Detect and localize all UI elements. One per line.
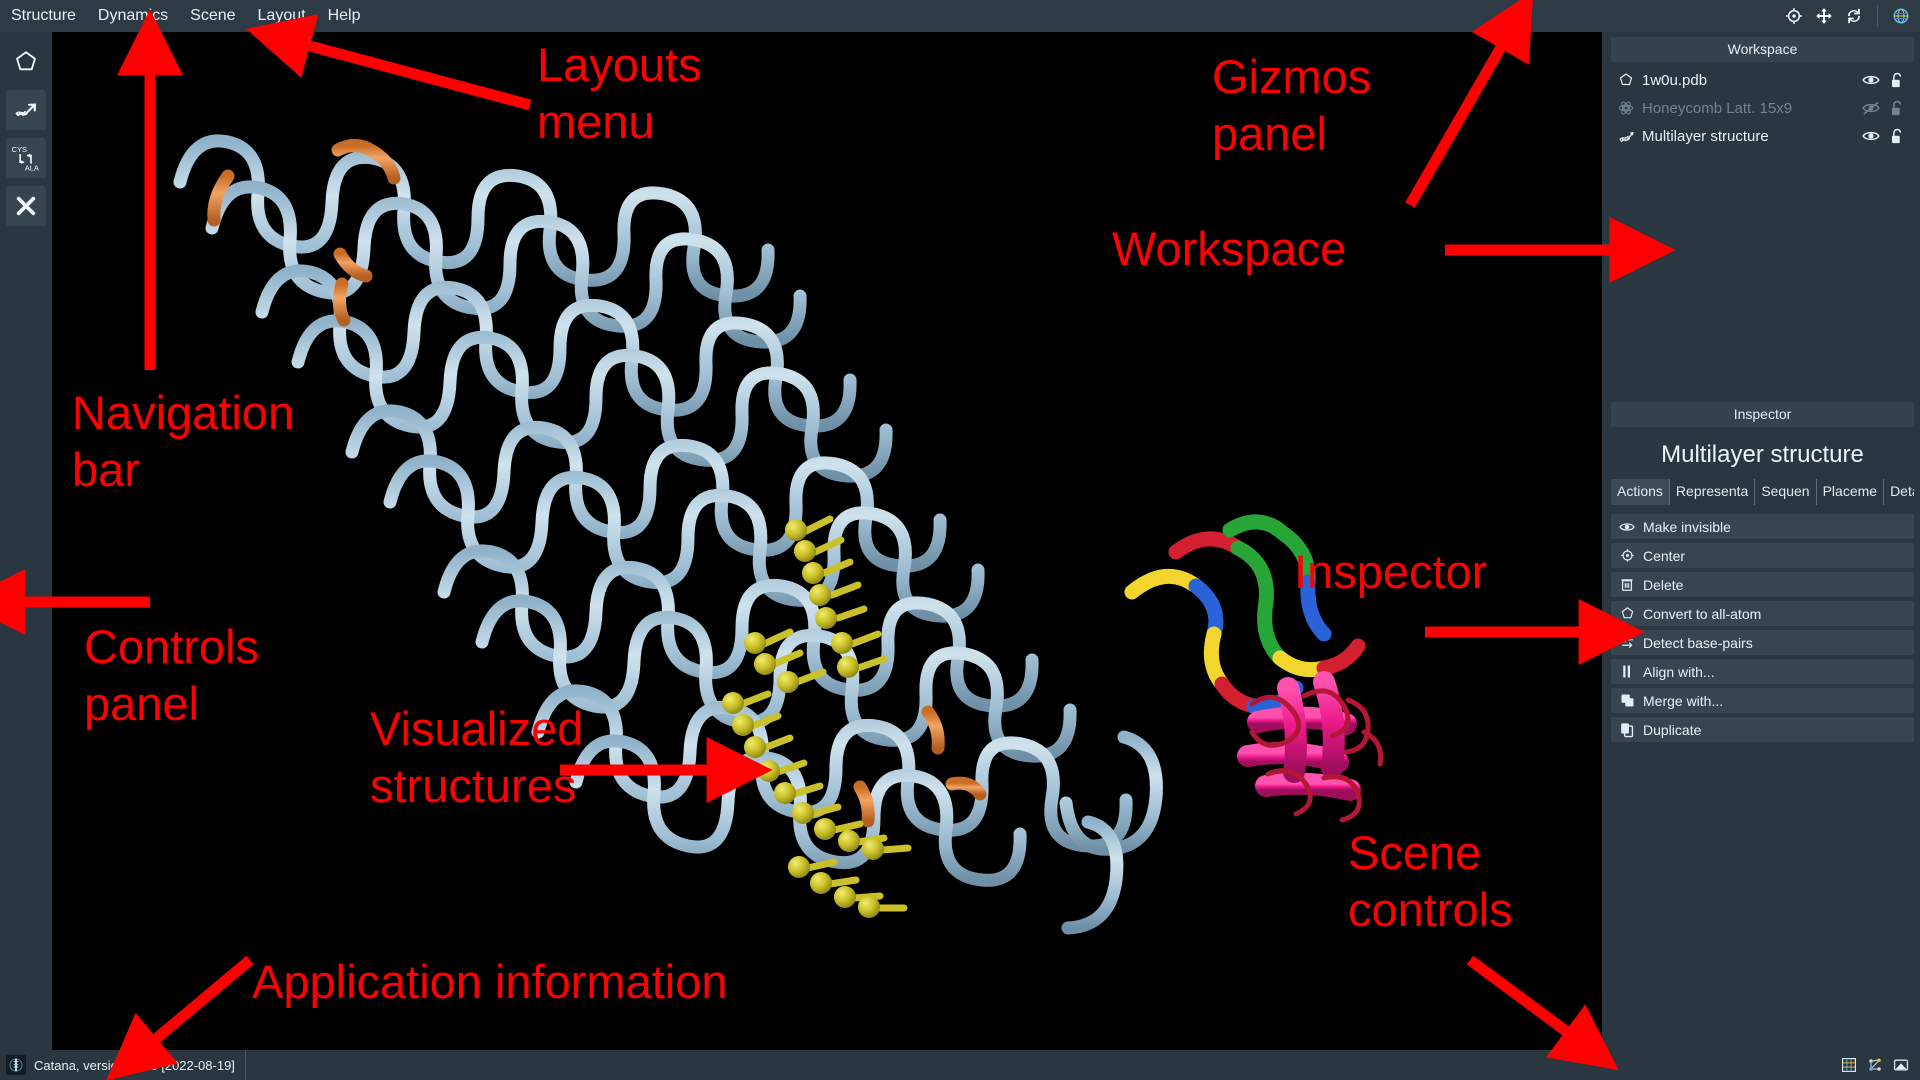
workspace-panel: Workspace 1w0u.pdb Honeycomb Latt. 15x9 … — [1605, 37, 1920, 150]
action-label: Duplicate — [1643, 721, 1702, 738]
inspector-tabs: Actions Representa Sequen Placeme Detai — [1611, 479, 1914, 505]
workspace-row-label: Honeycomb Latt. 15x9 — [1642, 99, 1793, 117]
delete-button[interactable]: Delete — [1611, 572, 1914, 597]
workspace-row-label: Multilayer structure — [1642, 127, 1769, 145]
scene-controls — [1836, 1053, 1920, 1077]
mutate-residue-tool[interactable]: CYS ALA — [6, 138, 46, 178]
right-panels: Workspace 1w0u.pdb Honeycomb Latt. 15x9 … — [1605, 32, 1920, 1050]
lattice-icon — [1615, 98, 1637, 118]
workspace-title: Workspace — [1611, 37, 1914, 62]
menu-item-structure[interactable]: Structure — [0, 2, 87, 30]
action-label: Center — [1643, 547, 1686, 564]
dna-extend-tool[interactable] — [6, 90, 46, 130]
visibility-eye-icon[interactable] — [1858, 125, 1884, 147]
inspector-actions-list: Make invisible Center Delete Convert to … — [1611, 514, 1914, 742]
status-version-text: Catana, version 1.1.0 [2022-08-19] — [34, 1057, 235, 1073]
application-window: Structure Dynamics Scene Layout Help CYS… — [0, 0, 1920, 1080]
action-label: Delete — [1643, 576, 1684, 593]
align-bars-icon — [1617, 663, 1637, 681]
swap-arrows-icon — [1617, 634, 1637, 652]
tab-actions[interactable]: Actions — [1611, 479, 1670, 505]
helix-icon — [1615, 126, 1637, 146]
eye-icon — [1617, 518, 1637, 536]
visibility-eye-icon[interactable] — [1858, 69, 1884, 91]
menu-item-layout[interactable]: Layout — [247, 2, 317, 30]
merge-squares-icon — [1617, 692, 1637, 710]
center-gizmo-icon[interactable] — [1779, 1, 1809, 31]
merge-with-button[interactable]: Merge with... — [1611, 688, 1914, 713]
svg-text:ALA: ALA — [25, 164, 39, 173]
workspace-list: 1w0u.pdb Honeycomb Latt. 15x9 Multilayer… — [1605, 62, 1920, 150]
lock-open-icon[interactable] — [1884, 97, 1910, 119]
rotate-gizmo-icon[interactable] — [1839, 1, 1869, 31]
convert-to-all-atom-button[interactable]: Convert to all-atom — [1611, 601, 1914, 626]
workspace-row-multilayer[interactable]: Multilayer structure — [1611, 122, 1914, 150]
catana-logo-icon — [6, 1055, 26, 1075]
create-shape-tool[interactable] — [6, 42, 46, 82]
action-label: Make invisible — [1643, 518, 1731, 535]
move-gizmo-icon[interactable] — [1809, 1, 1839, 31]
navigation-bar: CYS ALA — [0, 32, 52, 1050]
menu-item-help[interactable]: Help — [317, 2, 372, 30]
center-button[interactable]: Center — [1611, 543, 1914, 568]
copy-icon — [1617, 721, 1637, 739]
menu-item-scene[interactable]: Scene — [179, 2, 246, 30]
tree-view-icon[interactable] — [1862, 1053, 1888, 1077]
visibility-eye-off-icon[interactable] — [1858, 97, 1884, 119]
remove-tool[interactable] — [6, 186, 46, 226]
action-label: Convert to all-atom — [1643, 605, 1762, 622]
make-invisible-button[interactable]: Make invisible — [1611, 514, 1914, 539]
tab-placement[interactable]: Placeme — [1817, 479, 1885, 505]
viewport-3d[interactable] — [52, 32, 1602, 1050]
tab-details[interactable]: Detai — [1884, 479, 1914, 505]
inspector-title: Inspector — [1611, 402, 1914, 427]
lock-open-icon[interactable] — [1884, 69, 1910, 91]
center-target-icon — [1617, 547, 1637, 565]
align-with-button[interactable]: Align with... — [1611, 659, 1914, 684]
lock-open-icon[interactable] — [1884, 125, 1910, 147]
status-bar: Catana, version 1.1.0 [2022-08-19] — [0, 1050, 1920, 1080]
gizmos-panel — [1779, 0, 1920, 32]
workspace-row-1w0u[interactable]: 1w0u.pdb — [1611, 66, 1914, 94]
menu-item-dynamics[interactable]: Dynamics — [87, 2, 179, 30]
tab-sequence[interactable]: Sequen — [1755, 479, 1817, 505]
detect-base-pairs-button[interactable]: Detect base-pairs — [1611, 630, 1914, 655]
star-outline-icon — [1615, 70, 1637, 90]
menu-bar: Structure Dynamics Scene Layout Help — [0, 0, 1920, 32]
inspector-selected-name: Multilayer structure — [1661, 441, 1864, 468]
tab-representation[interactable]: Representa — [1670, 479, 1756, 505]
workspace-row-label: 1w0u.pdb — [1642, 71, 1708, 89]
star-outline-icon — [1617, 605, 1637, 623]
duplicate-button[interactable]: Duplicate — [1611, 717, 1914, 742]
action-label: Align with... — [1643, 663, 1715, 680]
gizmos-separator — [1877, 5, 1878, 27]
application-information: Catana, version 1.1.0 [2022-08-19] — [0, 1050, 246, 1080]
globe-gizmo-icon[interactable] — [1886, 1, 1916, 31]
trash-icon — [1617, 576, 1637, 594]
grid-toggle-icon[interactable] — [1836, 1053, 1862, 1077]
action-label: Detect base-pairs — [1643, 634, 1753, 651]
screenshot-icon[interactable] — [1888, 1053, 1914, 1077]
workspace-row-honeycomb[interactable]: Honeycomb Latt. 15x9 — [1611, 94, 1914, 122]
action-label: Merge with... — [1643, 692, 1724, 709]
svg-text:CYS: CYS — [12, 145, 27, 154]
inspector-panel: Inspector Multilayer structure Actions R… — [1605, 397, 1920, 746]
